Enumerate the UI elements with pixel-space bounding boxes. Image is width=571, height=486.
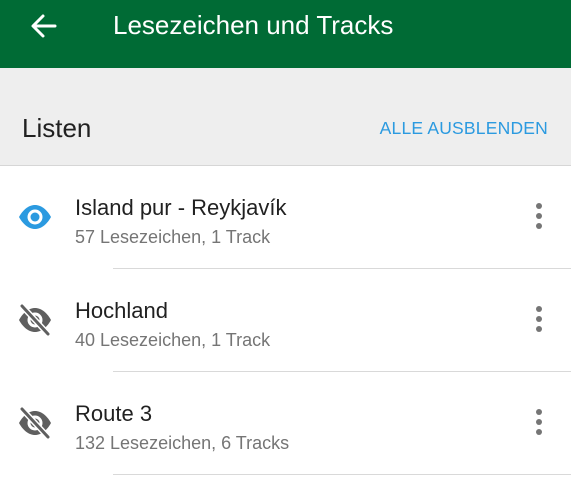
list-title: Route 3 [75, 401, 153, 426]
list-subtitle: 40 Lesezeichen, 1 Track [75, 330, 271, 350]
visibility-toggle[interactable] [17, 405, 53, 441]
more-options-button[interactable] [527, 303, 551, 335]
more-vert-icon [536, 409, 542, 435]
app-bar: Lesezeichen und Tracks [0, 0, 571, 68]
eye-icon [19, 205, 51, 229]
back-button[interactable] [28, 10, 60, 42]
arrow-back-icon [31, 14, 57, 38]
visibility-toggle[interactable] [17, 199, 53, 235]
list-subtitle: 132 Lesezeichen, 6 Tracks [75, 433, 290, 453]
lists-section-header: Listen ALLE AUSBLENDEN [0, 68, 571, 166]
list-title: Island pur - Reykjavík [75, 195, 287, 220]
section-title: Listen [22, 113, 92, 143]
eye-off-icon [19, 406, 51, 440]
more-vert-icon [536, 203, 542, 229]
visibility-toggle[interactable] [17, 302, 53, 338]
list-item-island-pur[interactable]: Island pur - Reykjavík 57 Lesezeichen, 1… [0, 166, 571, 269]
page-title: Lesezeichen und Tracks [113, 10, 394, 40]
list-title: Hochland [75, 298, 168, 323]
more-options-button[interactable] [527, 200, 551, 232]
more-vert-icon [536, 306, 542, 332]
list-subtitle: 57 Lesezeichen, 1 Track [75, 227, 271, 247]
list-item-route-3[interactable]: Route 3 132 Lesezeichen, 6 Tracks [0, 372, 571, 475]
divider [113, 474, 571, 475]
more-options-button[interactable] [527, 406, 551, 438]
eye-off-icon [19, 303, 51, 337]
hide-all-button[interactable]: ALLE AUSBLENDEN [380, 117, 548, 139]
list-item-hochland[interactable]: Hochland 40 Lesezeichen, 1 Track [0, 269, 571, 372]
